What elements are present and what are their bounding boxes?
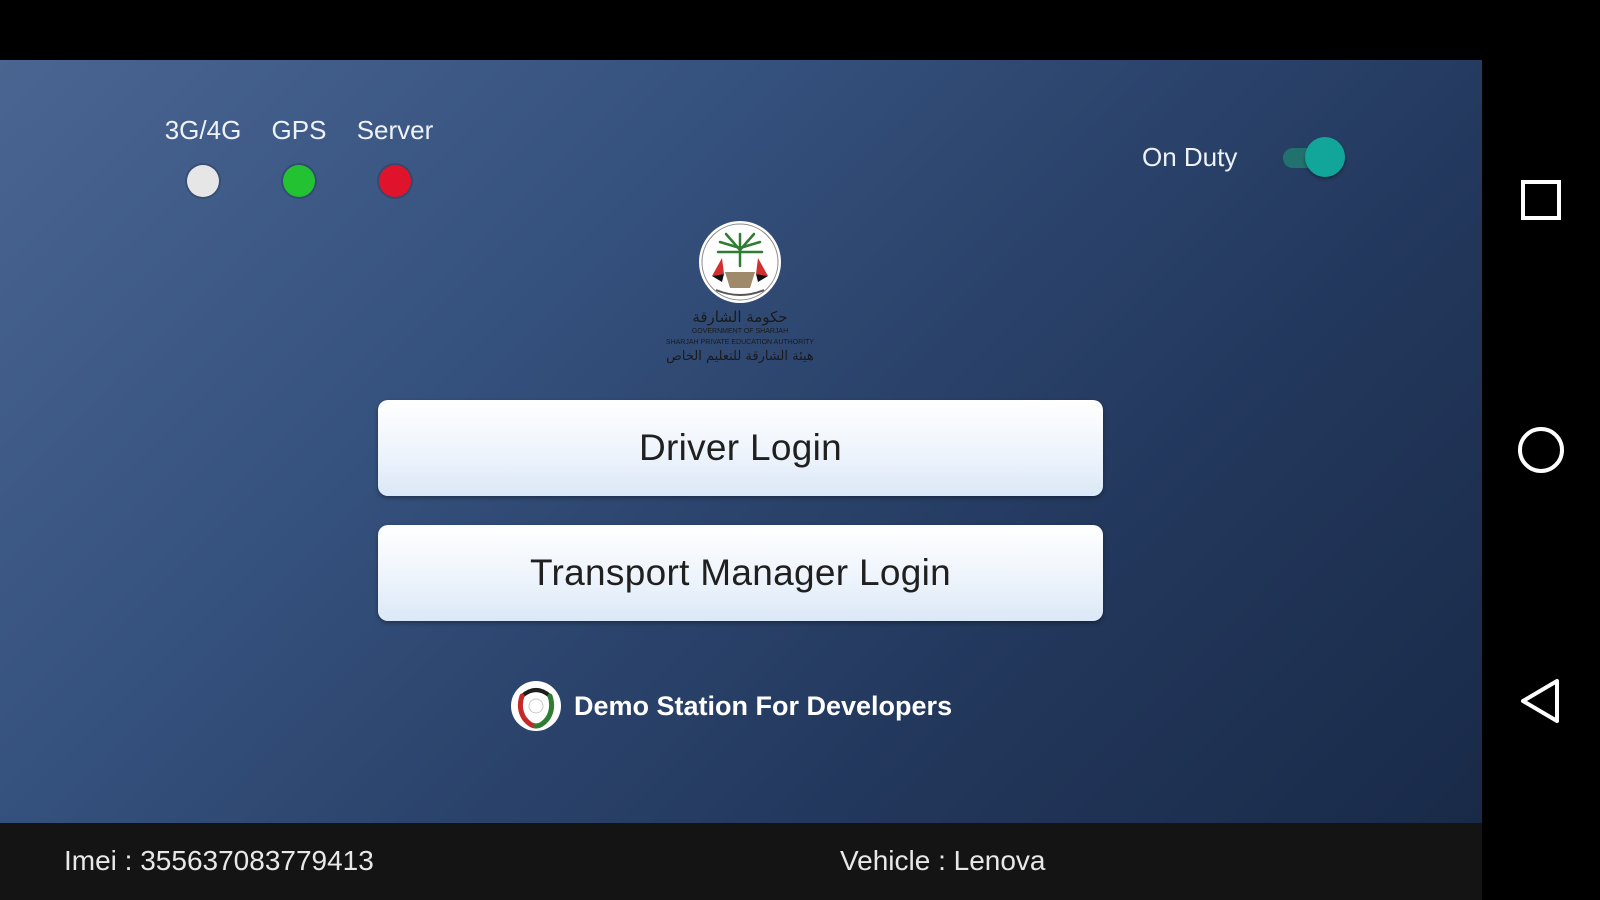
back-button[interactable] [1505, 665, 1577, 737]
home-icon [1518, 427, 1564, 473]
android-navigation-bar [1482, 0, 1600, 900]
driver-login-button[interactable]: Driver Login [378, 400, 1103, 496]
indicator-server: Server [347, 115, 443, 197]
indicator-gps: GPS [251, 115, 347, 197]
indicator-network: 3G/4G [155, 115, 251, 197]
logo-english-line1: GOVERNMENT OF SHARJAH [692, 328, 788, 335]
indicator-server-dot [379, 165, 411, 197]
station-name: Demo Station For Developers [574, 690, 953, 721]
indicator-server-label: Server [356, 115, 434, 145]
indicator-network-label: 3G/4G [164, 115, 242, 145]
transport-manager-login-button[interactable]: Transport Manager Login [378, 525, 1103, 621]
station-logo-icon [511, 681, 561, 731]
station-info: Demo Station For Developers [510, 680, 952, 732]
device-info-bar: Imei : 355637083779413 Vehicle : Lenova [0, 823, 1482, 900]
status-bar [0, 0, 1482, 60]
toggle-thumb [1305, 137, 1346, 177]
indicator-gps-label: GPS [271, 115, 327, 145]
logo-arabic-line1: حكومة الشارقة [692, 308, 787, 326]
recent-apps-button[interactable] [1505, 164, 1577, 236]
on-duty-toggle[interactable] [1281, 137, 1346, 177]
emblem-icon: حكومة الشارقة GOVERNMENT OF SHARJAH SHAR… [666, 221, 815, 364]
sharjah-government-logo: حكومة الشارقة GOVERNMENT OF SHARJAH SHAR… [630, 220, 850, 370]
connection-indicators: 3G/4G GPS Server [155, 115, 443, 197]
logo-arabic-line2: هيئة الشارقة للتعليم الخاص [666, 349, 814, 364]
back-icon [1521, 679, 1559, 723]
imei-text: Imei : 355637083779413 [64, 845, 374, 876]
recent-apps-icon [1521, 180, 1561, 220]
app-screen: 3G/4G GPS Server On Duty حكومة الشارقة G… [0, 60, 1482, 823]
vehicle-text: Vehicle : Lenova [840, 845, 1046, 876]
home-button[interactable] [1505, 414, 1577, 486]
indicator-network-dot [187, 165, 219, 197]
logo-english-line2: SHARJAH PRIVATE EDUCATION AUTHORITY [666, 339, 815, 346]
indicator-gps-dot [283, 165, 315, 197]
on-duty-label: On Duty [1142, 141, 1238, 172]
on-duty-control: On Duty [1142, 137, 1346, 177]
